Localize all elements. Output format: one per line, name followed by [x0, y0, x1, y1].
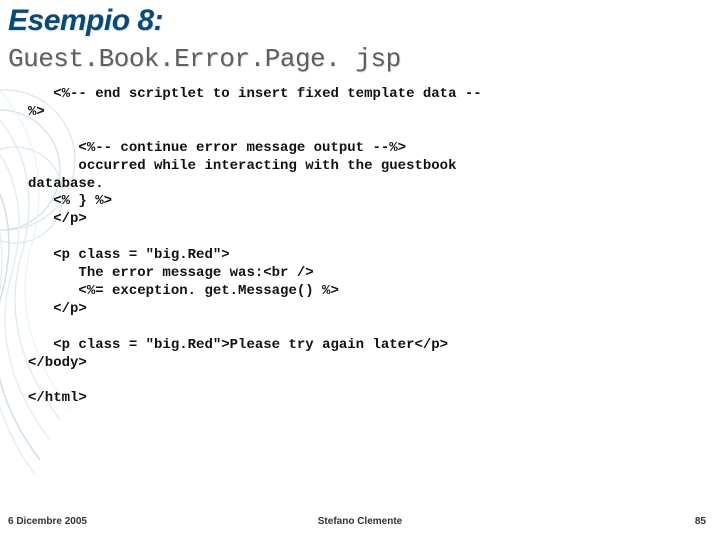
code-block: <%-- end scriptlet to insert fixed templ…	[28, 86, 698, 408]
slide-title: Esempio 8:	[8, 4, 163, 38]
footer-page-number: 85	[695, 516, 706, 527]
footer-author: Stefano Clemente	[0, 516, 720, 527]
slide-subtitle: Guest.Book.Error.Page. jsp	[8, 44, 401, 74]
slide-footer: 6 Dicembre 2005 Stefano Clemente 85	[0, 516, 720, 532]
